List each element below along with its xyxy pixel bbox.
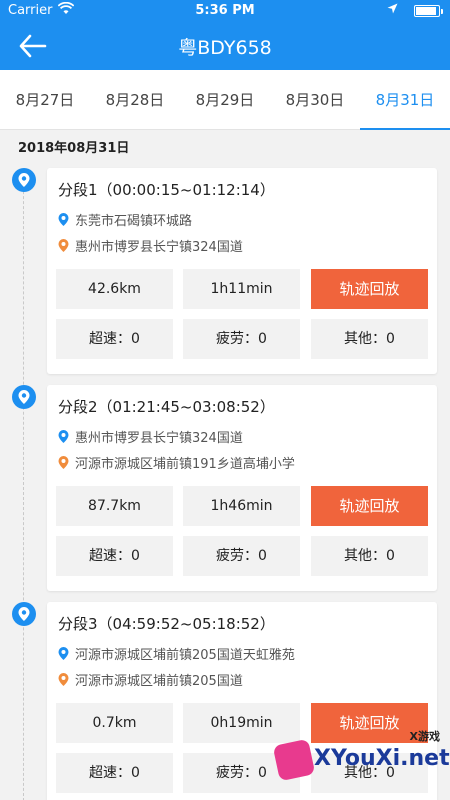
end-pin-icon	[58, 456, 69, 473]
segment-card: 分段2（01:21:45~03:08:52） 惠州市博罗县长宁镇324国道 河源…	[47, 385, 437, 591]
end-address-text: 河源市源城区埔前镇191乡道高埔小学	[75, 457, 295, 472]
track-replay-button[interactable]: 轨迹回放	[311, 486, 428, 526]
duration-stat: 1h46min	[183, 486, 300, 526]
watermark-logo: X游戏 XYouXi.net	[272, 728, 450, 792]
start-address: 惠州市博罗县长宁镇324国道	[58, 427, 243, 446]
tab-date-3[interactable]: 8月29日	[180, 70, 270, 130]
battery-icon	[414, 5, 443, 17]
fatigue-stat: 疲劳：0	[183, 319, 300, 359]
end-address-text: 惠州市博罗县长宁镇324国道	[75, 240, 243, 255]
watermark-brand: XYouXi.net	[314, 746, 450, 771]
tab-date-2[interactable]: 8月28日	[90, 70, 180, 130]
segment-card: 分段1（00:00:15~01:12:14） 东莞市石碣镇环城路 惠州市博罗县长…	[47, 168, 437, 374]
timeline-pin-icon	[12, 385, 36, 409]
nav-bar: 粤BDY658	[0, 22, 450, 70]
start-pin-icon	[58, 430, 69, 447]
start-address: 东莞市石碣镇环城路	[58, 210, 192, 229]
segment-title: 分段2（01:21:45~03:08:52）	[58, 398, 275, 416]
start-pin-icon	[58, 647, 69, 664]
segment-1: 分段1（00:00:15~01:12:14） 东莞市石碣镇环城路 惠州市博罗县长…	[0, 168, 450, 374]
start-pin-icon	[58, 213, 69, 230]
duration-stat: 1h11min	[183, 269, 300, 309]
distance-stat: 0.7km	[56, 703, 173, 743]
other-stat: 其他：0	[311, 319, 428, 359]
tab-date-1[interactable]: 8月27日	[0, 70, 90, 130]
segment-title: 分段1（00:00:15~01:12:14）	[58, 181, 275, 199]
segment-2: 分段2（01:21:45~03:08:52） 惠州市博罗县长宁镇324国道 河源…	[0, 385, 450, 591]
location-arrow-icon	[387, 3, 398, 17]
page-title: 粤BDY658	[178, 37, 272, 59]
start-address-text: 东莞市石碣镇环城路	[75, 214, 193, 229]
end-address: 河源市源城区埔前镇205国道	[58, 670, 243, 689]
segment-list[interactable]: 2018年08月31日 分段1（00:00:15~01:12:14） 东莞市石碣…	[0, 131, 450, 800]
overspeed-stat: 超速：0	[56, 753, 173, 793]
date-tabs: 8月27日 8月28日 8月29日 8月30日 8月31日	[0, 70, 450, 130]
watermark-sub: X游戏	[409, 730, 440, 743]
track-replay-button[interactable]: 轨迹回放	[311, 269, 428, 309]
tab-date-5[interactable]: 8月31日	[360, 70, 450, 130]
timeline-pin-icon	[12, 602, 36, 626]
start-address: 河源市源城区埔前镇205国道天虹雅苑	[58, 644, 295, 663]
end-address: 河源市源城区埔前镇191乡道高埔小学	[58, 453, 295, 472]
end-address: 惠州市博罗县长宁镇324国道	[58, 236, 243, 255]
end-pin-icon	[58, 239, 69, 256]
fatigue-stat: 疲劳：0	[183, 536, 300, 576]
gamepad-logo-icon	[272, 738, 316, 782]
timeline-pin-icon	[12, 168, 36, 192]
clock: 5:36 PM	[195, 3, 255, 18]
end-pin-icon	[58, 673, 69, 690]
start-address-text: 惠州市博罗县长宁镇324国道	[75, 431, 243, 446]
overspeed-stat: 超速：0	[56, 536, 173, 576]
distance-stat: 87.7km	[56, 486, 173, 526]
segment-title: 分段3（04:59:52~05:18:52）	[58, 615, 275, 633]
start-address-text: 河源市源城区埔前镇205国道天虹雅苑	[75, 648, 295, 663]
other-stat: 其他：0	[311, 536, 428, 576]
distance-stat: 42.6km	[56, 269, 173, 309]
date-header: 2018年08月31日	[18, 141, 130, 156]
status-bar: Carrier 5:36 PM	[0, 0, 450, 22]
end-address-text: 河源市源城区埔前镇205国道	[75, 674, 243, 689]
tab-date-4[interactable]: 8月30日	[270, 70, 360, 130]
overspeed-stat: 超速：0	[56, 319, 173, 359]
